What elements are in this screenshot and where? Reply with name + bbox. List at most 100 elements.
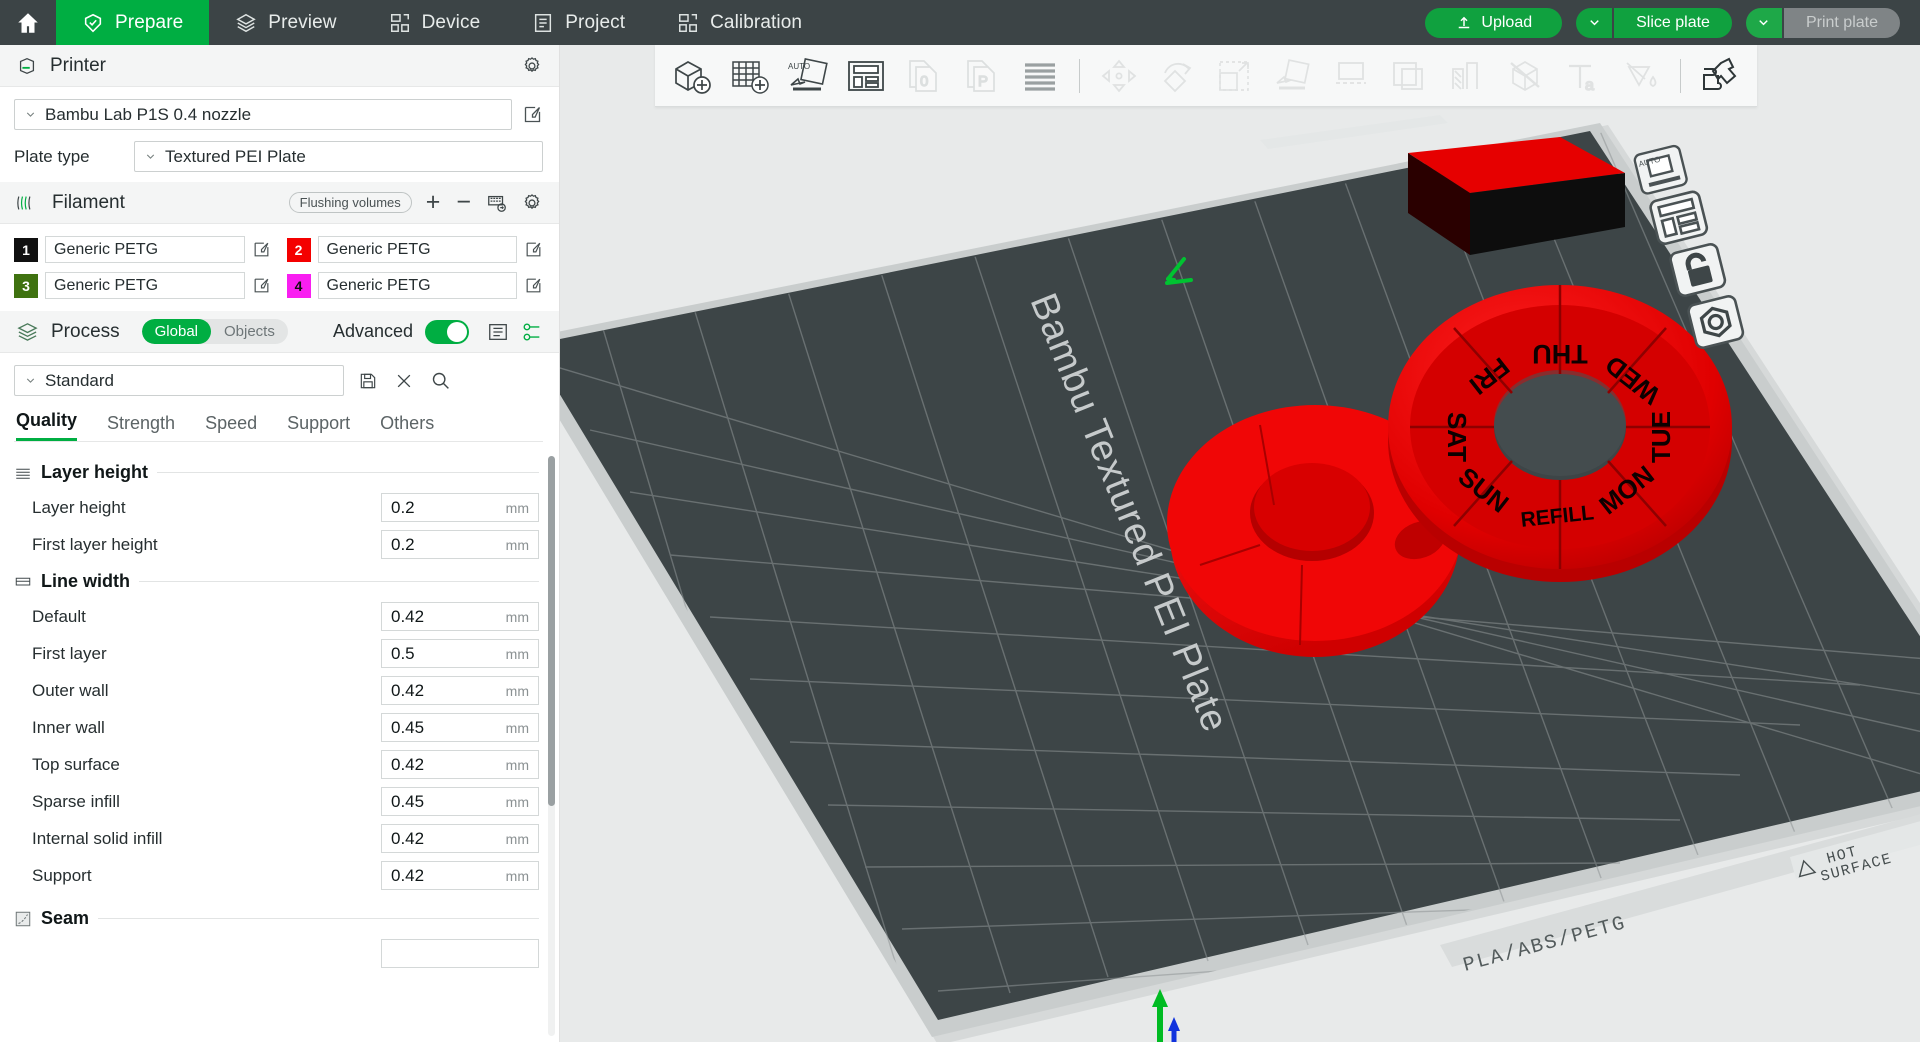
param-value-first-layer-height: 0.2 (391, 534, 415, 554)
param-input-first-layer[interactable]: 0.5 mm (381, 639, 539, 668)
process-scope-toggle[interactable]: Global Objects (141, 319, 288, 344)
param-input-outer-wall[interactable]: 0.42 mm (381, 676, 539, 705)
param-input-internal-solid-infill[interactable]: 0.42 mm (381, 824, 539, 853)
filament-edit-icon-4[interactable] (524, 276, 543, 295)
param-input-inner-wall[interactable]: 0.45 mm (381, 713, 539, 742)
param-input-layer-height[interactable]: 0.2 mm (381, 493, 539, 522)
process-compare-icon[interactable] (521, 321, 543, 343)
process-preset-select[interactable]: Standard (14, 365, 344, 396)
param-row-sparse-infill: Sparse infill 0.45 mm (0, 783, 559, 820)
svg-text:AUTO: AUTO (788, 62, 810, 71)
printer-gear-icon[interactable] (521, 55, 543, 77)
tab-quality[interactable]: Quality (16, 410, 78, 441)
add-object-icon[interactable] (663, 50, 721, 102)
close-icon[interactable] (394, 371, 414, 391)
plate-notch (1260, 115, 1448, 149)
rotate-icon[interactable] (1148, 50, 1206, 102)
filament-edit-icon-2[interactable] (524, 240, 543, 259)
filament-gear-icon[interactable] (521, 192, 543, 214)
text-icon[interactable]: a (1554, 50, 1612, 102)
viewport-toolbar: AUTO 0 P a (655, 45, 1757, 107)
add-filament-button[interactable]: + (424, 190, 443, 215)
print-plate-caret[interactable] (1745, 7, 1782, 38)
arrange-plate-icon[interactable] (1649, 190, 1709, 245)
param-unit-internal-solid-infill: mm (505, 830, 529, 847)
upload-icon (1455, 14, 1473, 32)
filament-edit-icon-3[interactable] (252, 276, 271, 295)
chevron-down-icon (1587, 15, 1602, 30)
parameter-scrollbar-thumb[interactable] (548, 456, 555, 806)
tab-speed[interactable]: Speed (205, 413, 257, 441)
slice-plate-button[interactable]: Slice plate (1614, 7, 1732, 38)
filament-name-4[interactable]: Generic PETG (317, 272, 517, 299)
auto-orient-icon[interactable]: AUTO (779, 50, 837, 102)
plate-type-select[interactable]: Textured PEI Plate (134, 141, 543, 172)
lock-plate-icon[interactable] (1669, 243, 1727, 297)
advanced-toggle-knob (447, 321, 467, 342)
filament-color-swatch-4[interactable]: 4 (286, 273, 311, 298)
upload-button[interactable]: Upload (1425, 7, 1563, 38)
auto-orient-plate-icon[interactable]: AUTO (1633, 144, 1688, 195)
param-input-seam-partial[interactable] (381, 939, 539, 968)
lid-center-hole-inner (1254, 463, 1370, 551)
advanced-toggle[interactable] (425, 319, 469, 344)
ams-icon[interactable] (485, 192, 509, 214)
process-list-icon[interactable] (487, 321, 509, 343)
filament-name-2[interactable]: Generic PETG (317, 236, 517, 263)
plate-settings-icon[interactable] (1687, 295, 1745, 349)
scale-icon[interactable] (1206, 50, 1264, 102)
copy-icon[interactable]: 0 (895, 50, 953, 102)
group-layer-height: Layer height (0, 456, 559, 489)
filament-color-swatch-1[interactable]: 1 (14, 237, 38, 262)
ring-label-thu: THU (1532, 339, 1588, 369)
move-icon[interactable] (1090, 50, 1148, 102)
param-input-support[interactable]: 0.42 mm (381, 861, 539, 890)
paste-icon[interactable]: P (953, 50, 1011, 102)
tab-strength[interactable]: Strength (107, 413, 175, 441)
nav-tab-preview[interactable]: Preview (209, 0, 362, 45)
filament-name-3[interactable]: Generic PETG (45, 272, 245, 299)
plate-type-label: Plate type (14, 146, 90, 166)
assembly-view-icon[interactable] (1691, 50, 1749, 102)
save-icon[interactable] (358, 371, 378, 391)
mesh-boolean-icon[interactable] (1380, 50, 1438, 102)
filament-section-title: Filament (52, 191, 125, 213)
variable-layer-height-icon[interactable] (1011, 50, 1069, 102)
param-unit-first-layer: mm (505, 645, 529, 662)
chevron-down-icon (24, 108, 37, 121)
color-painting-icon[interactable] (1612, 50, 1670, 102)
filament-edit-icon-1[interactable] (252, 240, 271, 259)
3d-viewport[interactable]: Bambu Textured PEI Plate PLA/ABS/PETG HO… (560, 45, 1920, 1042)
param-input-top-surface[interactable]: 0.42 mm (381, 750, 539, 779)
filament-color-swatch-2[interactable]: 2 (286, 237, 311, 262)
param-row-first-layer: First layer 0.5 mm (0, 635, 559, 672)
process-scope-global[interactable]: Global (141, 319, 211, 344)
nav-tab-calibration[interactable]: Calibration (651, 0, 828, 45)
remove-filament-button[interactable]: − (454, 190, 473, 215)
param-input-sparse-infill[interactable]: 0.45 mm (381, 787, 539, 816)
arrange-icon[interactable] (837, 50, 895, 102)
cut-icon[interactable] (1322, 50, 1380, 102)
toolbar-separator-1 (1079, 58, 1080, 93)
filament-color-swatch-3[interactable]: 3 (14, 273, 38, 298)
home-button[interactable] (0, 0, 56, 45)
nav-tab-project[interactable]: Project (506, 0, 651, 45)
nav-tab-prepare[interactable]: Prepare (56, 0, 210, 45)
printer-edit-icon[interactable] (522, 104, 543, 125)
filament-name-1[interactable]: Generic PETG (45, 236, 245, 263)
add-plate-icon[interactable] (721, 50, 779, 102)
slice-plate-caret[interactable] (1576, 7, 1613, 38)
param-input-default[interactable]: 0.42 mm (381, 602, 539, 631)
nav-tab-device[interactable]: Device (363, 0, 507, 45)
tab-others[interactable]: Others (380, 413, 434, 441)
search-icon[interactable] (430, 370, 451, 391)
flushing-volumes-button[interactable]: Flushing volumes (288, 192, 412, 213)
plate-edit-pencil[interactable] (1162, 253, 1196, 287)
printer-preset-select[interactable]: Bambu Lab P1S 0.4 nozzle (14, 99, 512, 130)
lay-on-face-icon[interactable] (1264, 50, 1322, 102)
seam-painting-icon[interactable] (1496, 50, 1554, 102)
support-painting-icon[interactable] (1438, 50, 1496, 102)
process-scope-objects[interactable]: Objects (211, 319, 288, 344)
tab-support[interactable]: Support (287, 413, 350, 441)
param-input-first-layer-height[interactable]: 0.2 mm (381, 530, 539, 559)
